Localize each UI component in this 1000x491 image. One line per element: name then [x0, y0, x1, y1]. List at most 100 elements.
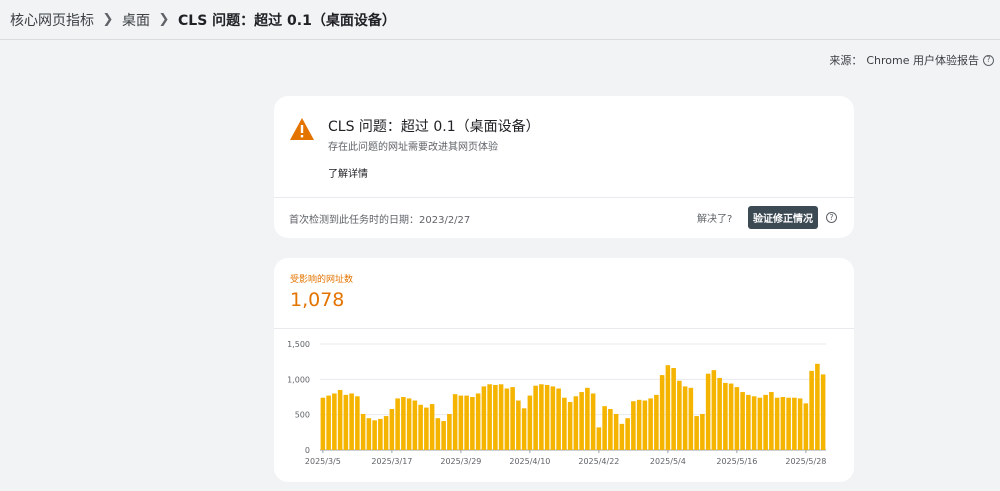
- chart-bar[interactable]: [510, 387, 515, 450]
- chart-bar[interactable]: [711, 370, 717, 450]
- chart-bar[interactable]: [677, 380, 682, 450]
- chart-bar[interactable]: [475, 393, 481, 450]
- chart-bar[interactable]: [682, 386, 688, 450]
- chart-bar[interactable]: [717, 377, 722, 450]
- y-tick-label: 0: [305, 446, 310, 455]
- chart-bar[interactable]: [441, 421, 446, 450]
- chart-bar[interactable]: [803, 403, 809, 450]
- breadcrumb: 核心网页指标 ❯ 桌面 ❯ CLS 问题：超过 0.1（桌面设备）: [0, 0, 1000, 40]
- resolved-question: 解决了?: [697, 214, 733, 225]
- chart-bar[interactable]: [464, 395, 469, 450]
- chart-bar[interactable]: [383, 416, 389, 450]
- chart-bar[interactable]: [757, 397, 763, 450]
- chart-bar[interactable]: [688, 387, 694, 450]
- chart-bar[interactable]: [447, 413, 452, 450]
- chart-bar[interactable]: [418, 404, 423, 450]
- chart-bar[interactable]: [498, 384, 504, 450]
- chart-bar[interactable]: [602, 406, 607, 450]
- chart-bar[interactable]: [550, 386, 556, 450]
- chart-bar[interactable]: [343, 394, 349, 450]
- chart-bar[interactable]: [360, 413, 366, 450]
- chart-bar[interactable]: [556, 388, 561, 450]
- chart-bar[interactable]: [809, 370, 814, 450]
- chart-bar[interactable]: [435, 418, 441, 450]
- chart-bar[interactable]: [372, 420, 377, 450]
- chart-bar[interactable]: [452, 394, 458, 450]
- chart-bar[interactable]: [746, 394, 751, 450]
- chart-bar[interactable]: [401, 397, 406, 450]
- x-tick-label: 2025/5/28: [785, 457, 826, 466]
- chart-bar[interactable]: [533, 385, 538, 450]
- chart-bar[interactable]: [654, 394, 659, 450]
- chart-bar[interactable]: [723, 382, 728, 450]
- chart-bar[interactable]: [642, 400, 648, 450]
- chart-bar[interactable]: [412, 400, 418, 450]
- chart-bar[interactable]: [631, 401, 636, 450]
- chart-bar[interactable]: [429, 404, 435, 450]
- chart-bar[interactable]: [700, 413, 705, 450]
- chart-bar[interactable]: [728, 383, 734, 450]
- chart-bar[interactable]: [527, 395, 533, 450]
- chart-bar[interactable]: [487, 384, 492, 450]
- chart-bar[interactable]: [815, 363, 820, 450]
- chart-bar[interactable]: [366, 418, 372, 450]
- chart-bar[interactable]: [625, 418, 630, 450]
- chart-bar[interactable]: [797, 398, 803, 450]
- chart-bar[interactable]: [395, 398, 400, 450]
- chart-bar[interactable]: [659, 375, 665, 450]
- chart-bar[interactable]: [608, 409, 613, 450]
- chart-bar[interactable]: [613, 413, 619, 450]
- chart-bar[interactable]: [521, 408, 527, 450]
- chart-bar[interactable]: [389, 409, 395, 450]
- chart-bar[interactable]: [378, 418, 383, 450]
- chart-bar[interactable]: [349, 393, 354, 450]
- chart-bar[interactable]: [326, 395, 331, 450]
- chart-bar[interactable]: [734, 387, 740, 450]
- chart-bar[interactable]: [636, 399, 642, 450]
- chart-bar[interactable]: [774, 397, 780, 450]
- chart-bar[interactable]: [585, 387, 590, 450]
- chart-bar[interactable]: [769, 392, 774, 450]
- chart-bar[interactable]: [792, 397, 797, 450]
- chart-bar[interactable]: [763, 394, 768, 450]
- chart-bar[interactable]: [648, 398, 653, 450]
- chart-bar[interactable]: [332, 393, 337, 450]
- chart-bar[interactable]: [406, 398, 412, 450]
- help-icon[interactable]: ?: [983, 54, 994, 66]
- chart-bar[interactable]: [493, 384, 498, 450]
- breadcrumb-desktop[interactable]: 桌面: [122, 10, 150, 30]
- chart-bar[interactable]: [820, 374, 826, 450]
- chart-bar[interactable]: [320, 397, 326, 450]
- chart-bar[interactable]: [665, 365, 671, 450]
- chart-bar[interactable]: [544, 384, 550, 450]
- chart-bar[interactable]: [751, 396, 757, 450]
- help-icon[interactable]: ?: [826, 212, 837, 223]
- chart-bar[interactable]: [619, 423, 625, 450]
- chart-bar[interactable]: [705, 373, 711, 450]
- chart-bar[interactable]: [516, 400, 521, 450]
- chart-bar[interactable]: [539, 384, 544, 450]
- chart-bar[interactable]: [355, 396, 360, 450]
- chart-bar[interactable]: [567, 401, 573, 450]
- chart-bar[interactable]: [786, 397, 791, 450]
- chart-bar[interactable]: [780, 397, 786, 450]
- chart-bar[interactable]: [590, 393, 596, 450]
- chart-bar[interactable]: [562, 397, 567, 450]
- chart-bar[interactable]: [458, 395, 464, 450]
- chart-bar[interactable]: [694, 416, 699, 450]
- chart-bar[interactable]: [740, 392, 745, 450]
- validate-fix-button[interactable]: 验证修正情况: [748, 206, 818, 229]
- chart-bar[interactable]: [579, 392, 584, 450]
- x-tick-label: 2025/3/29: [440, 457, 481, 466]
- chart-bar[interactable]: [504, 388, 510, 450]
- chart-bar[interactable]: [596, 427, 602, 450]
- breadcrumb-core-web-vitals[interactable]: 核心网页指标: [10, 10, 94, 30]
- chart-bar[interactable]: [671, 368, 676, 450]
- chart-bar[interactable]: [481, 386, 487, 450]
- chart-bar[interactable]: [470, 397, 475, 450]
- chart-bar[interactable]: [573, 396, 579, 450]
- learn-more-link[interactable]: 了解详情: [328, 165, 368, 180]
- chart-bar[interactable]: [337, 389, 343, 450]
- source-label: 来源：: [829, 54, 863, 67]
- chart-bar[interactable]: [424, 407, 429, 450]
